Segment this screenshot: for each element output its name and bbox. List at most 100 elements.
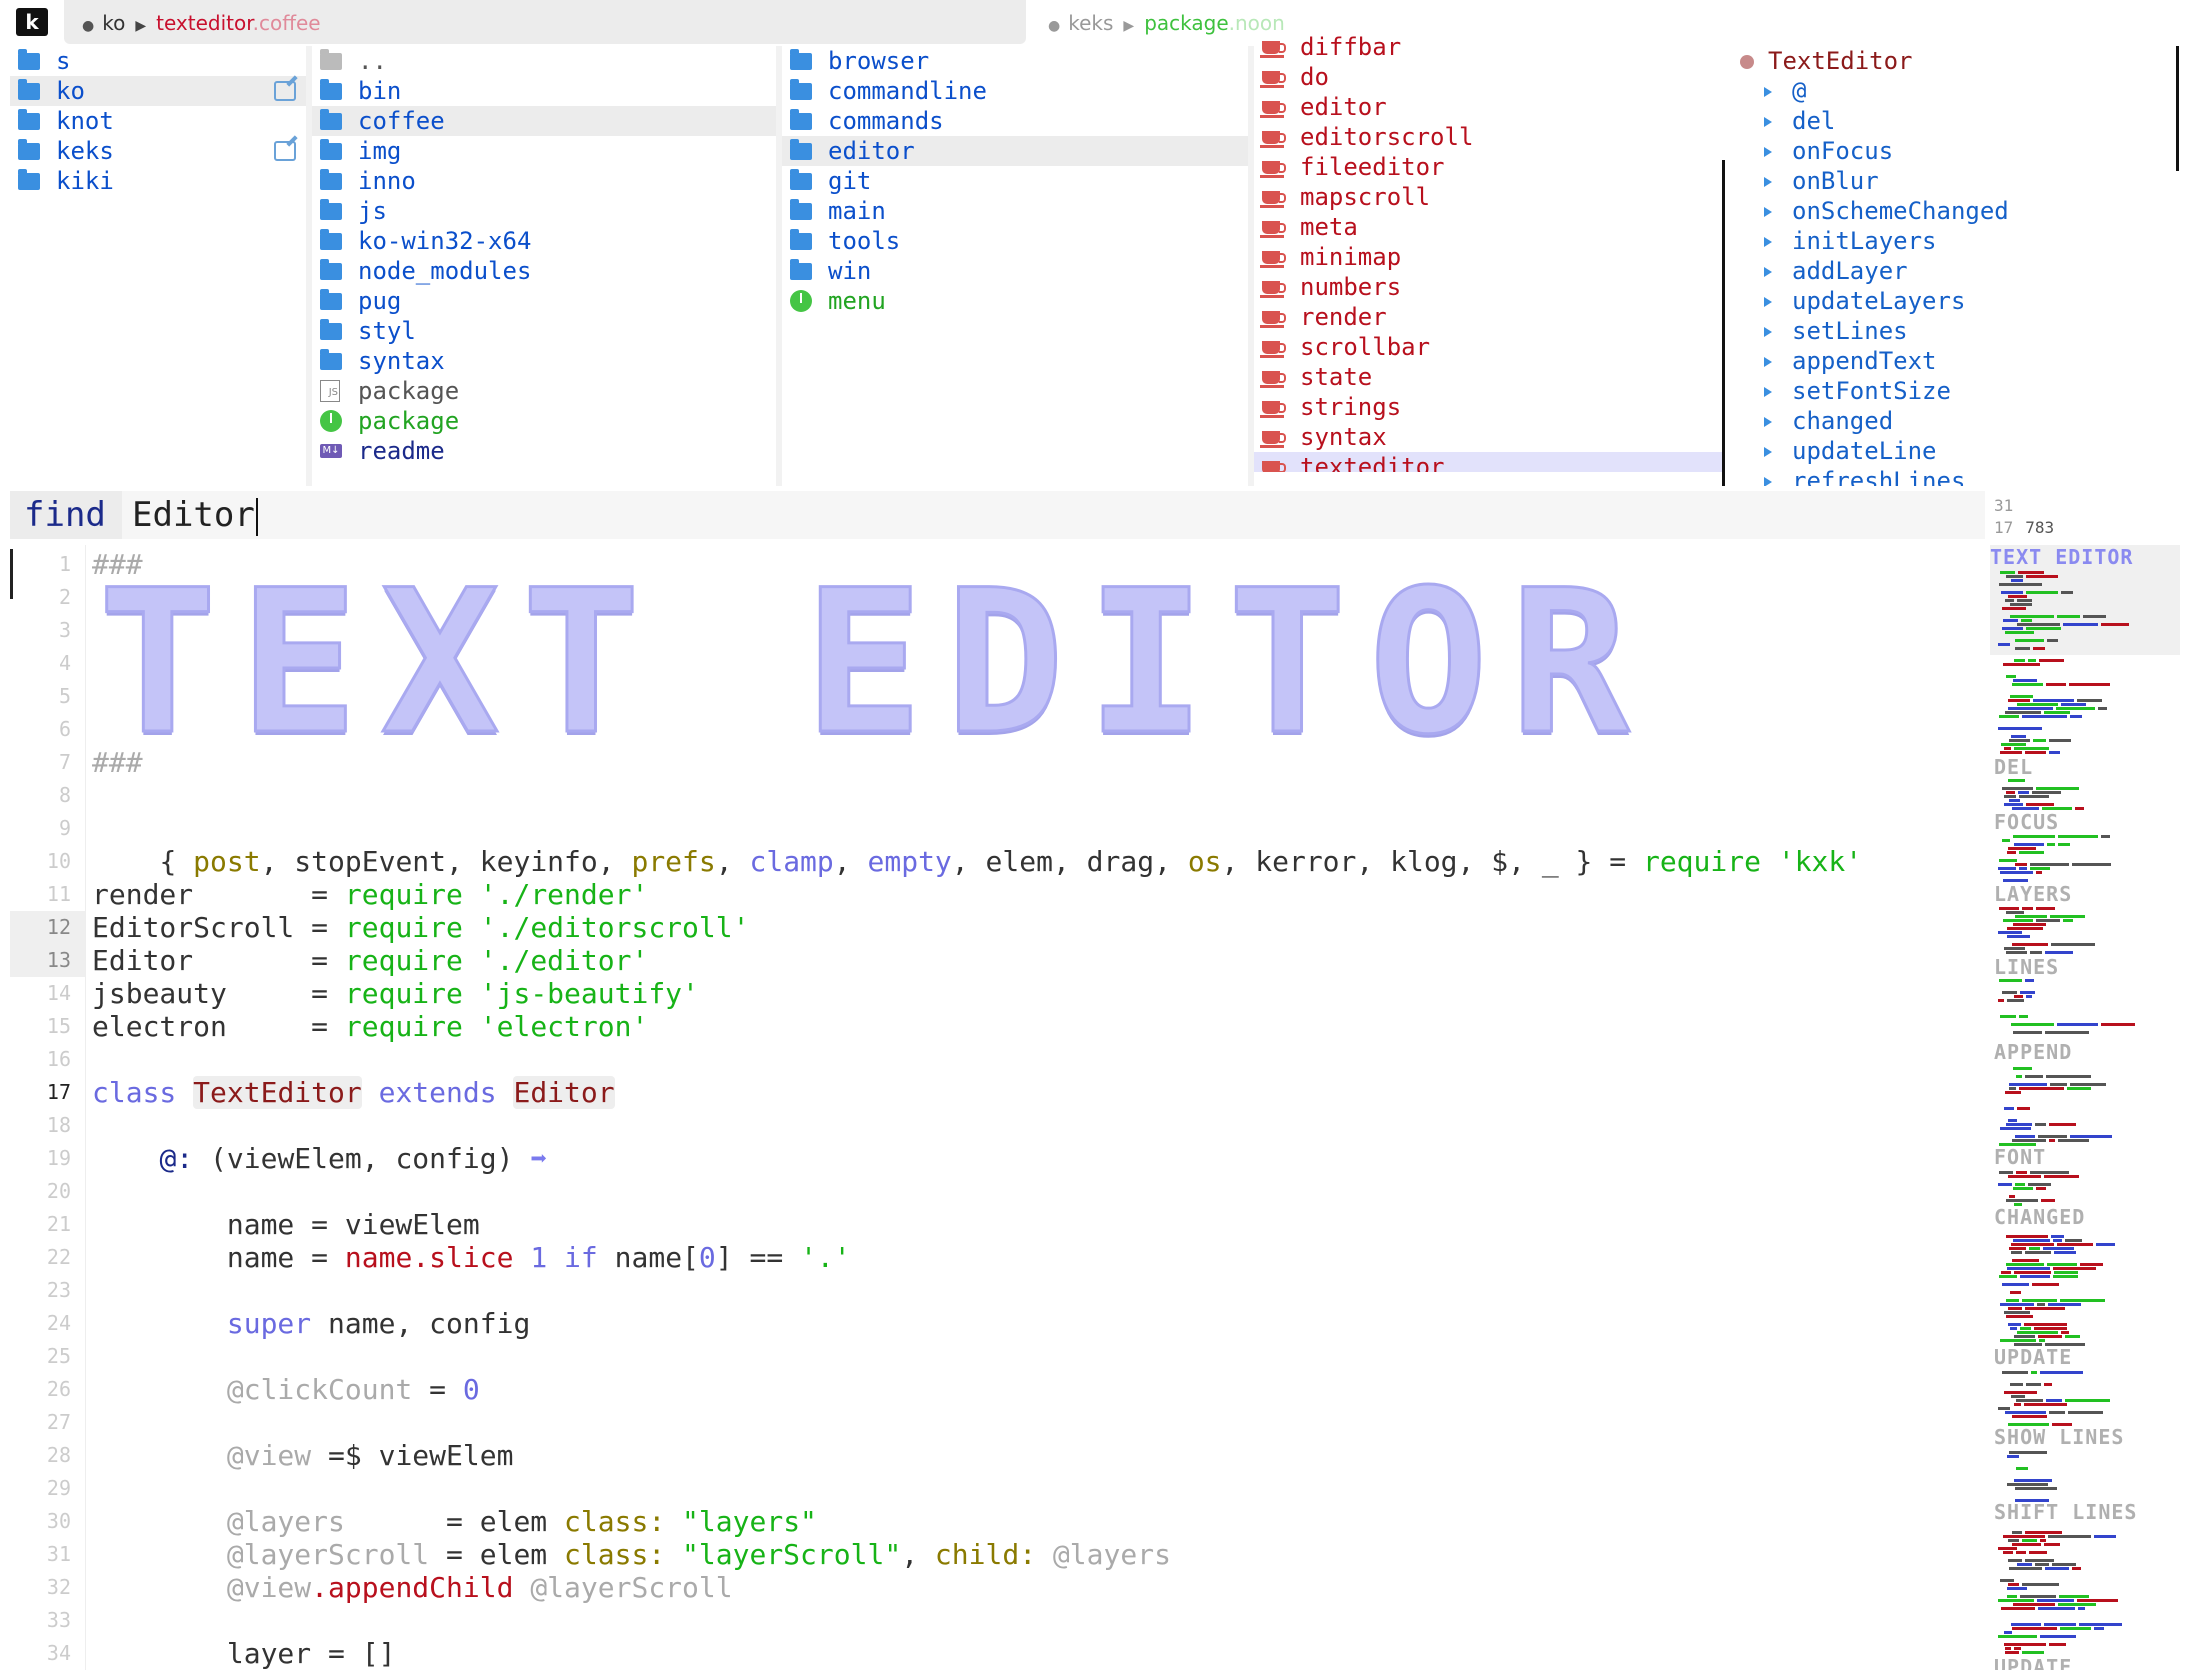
project-item[interactable]: s	[10, 46, 306, 76]
edit-icon[interactable]	[274, 141, 296, 161]
outline-method[interactable]: onBlur	[1722, 166, 2190, 196]
file-item[interactable]: do	[1254, 62, 1722, 92]
outline-method[interactable]: addLayer	[1722, 256, 2190, 286]
outline-method[interactable]: appendText	[1722, 346, 2190, 376]
folder-icon	[790, 169, 812, 190]
project-item[interactable]: keks	[10, 136, 306, 166]
project-item[interactable]: knot	[10, 106, 306, 136]
line-number: 7	[58, 750, 71, 774]
file-item[interactable]: bin	[312, 76, 776, 106]
outline-method[interactable]: del	[1722, 106, 2190, 136]
file-item[interactable]: js	[312, 196, 776, 226]
file-item[interactable]: minimap	[1254, 242, 1722, 272]
file-item[interactable]: coffee	[312, 106, 776, 136]
outline-method[interactable]: initLayers	[1722, 226, 2190, 256]
file-item[interactable]: meta	[1254, 212, 1722, 242]
file-item[interactable]: numbers	[1254, 272, 1722, 302]
app-logo[interactable]: k	[16, 8, 48, 36]
project-item[interactable]: kiki	[10, 166, 306, 196]
file-item[interactable]: main	[782, 196, 1248, 226]
minimap-line	[2031, 1371, 2037, 1374]
outline-scrollbar[interactable]	[2176, 46, 2179, 171]
edit-icon[interactable]	[274, 81, 296, 101]
minimap-line	[2019, 1087, 2064, 1090]
file-item[interactable]: tools	[782, 226, 1248, 256]
file-item[interactable]: M↓ readme	[312, 436, 776, 466]
browser-column-coffee[interactable]: browser commandline commands editor git main t…	[782, 46, 1254, 486]
file-item[interactable]: syntax	[312, 346, 776, 376]
file-item[interactable]: styl	[312, 316, 776, 346]
file-item[interactable]: JS package	[312, 376, 776, 406]
outline-method[interactable]: @	[1722, 76, 2190, 106]
outline-method[interactable]: updateLayers	[1722, 286, 2190, 316]
file-item[interactable]: render	[1254, 302, 1722, 332]
token: =	[412, 1373, 463, 1406]
outline-method[interactable]: setFontSize	[1722, 376, 2190, 406]
file-item[interactable]: node_modules	[312, 256, 776, 286]
file-item[interactable]: git	[782, 166, 1248, 196]
minimap-line	[2014, 747, 2049, 750]
code-line-1: ###	[92, 548, 143, 581]
file-item[interactable]: package	[312, 406, 776, 436]
file-item[interactable]: menu	[782, 286, 1248, 316]
browser-column-outline[interactable]: TextEditor @ del onFocus onBlur onSchemeChang…	[1722, 46, 2190, 486]
command-input[interactable]: Editor	[132, 491, 258, 539]
folder-icon	[320, 139, 342, 160]
token: electron =	[92, 1010, 345, 1043]
banner-text: TEXT EDITOR	[97, 547, 1652, 778]
command-label[interactable]: find	[10, 491, 122, 539]
file-item[interactable]: editor	[782, 136, 1248, 166]
text-editor[interactable]: 1 2 3 4 5 6 7 8 9 10 11 12 13 14 15 16 17 18 19 20 21 22 23 24 2…	[10, 545, 1985, 1670]
file-item[interactable]: inno	[312, 166, 776, 196]
project-item[interactable]: ko	[10, 76, 306, 106]
outline-method[interactable]: updateLine	[1722, 436, 2190, 466]
file-item[interactable]: syntax	[1254, 422, 1722, 452]
tab-texteditor[interactable]: ● ko ▶ texteditor.coffee	[64, 0, 1026, 44]
token: Editor =	[92, 944, 345, 977]
browser-column-project[interactable]: .. bin coffee img inno js ko-win32-x64 node_mod…	[312, 46, 782, 486]
minimap-line	[2078, 1607, 2085, 1610]
file-item[interactable]: mapscroll	[1254, 182, 1722, 212]
outline-method[interactable]: onSchemeChanged	[1722, 196, 2190, 226]
outline-method[interactable]: changed	[1722, 406, 2190, 436]
outline-method[interactable]: onFocus	[1722, 136, 2190, 166]
minimap[interactable]: TEXT EDITOR DEL FOCUS LAYERS LINES APPEND FONT…	[1990, 545, 2180, 1670]
token: child:	[934, 1538, 1037, 1571]
minimap-heading: FOCUS	[1994, 810, 2060, 834]
outline-method[interactable]: setLines	[1722, 316, 2190, 346]
file-item[interactable]: editor	[1254, 92, 1722, 122]
minimap-line	[2049, 739, 2071, 742]
minimap-line	[2026, 803, 2054, 806]
minimap-line	[2011, 735, 2026, 738]
file-item[interactable]: ko-win32-x64	[312, 226, 776, 256]
file-item[interactable]: texteditor	[1254, 452, 1722, 472]
minimap-heading: UPDATE	[1994, 1345, 2073, 1369]
file-item[interactable]: pug	[312, 286, 776, 316]
token: TextEditor	[193, 1076, 362, 1109]
file-item[interactable]: win	[782, 256, 1248, 286]
browser-column-projects[interactable]: s ko knot keks kiki	[10, 46, 312, 486]
file-item[interactable]: strings	[1254, 392, 1722, 422]
browser-scrollbar[interactable]	[1722, 160, 1725, 486]
file-item[interactable]: diffbar	[1254, 32, 1722, 62]
file-item[interactable]: ..	[312, 46, 776, 76]
file-item[interactable]: editorscroll	[1254, 122, 1722, 152]
outline-method[interactable]: refreshLines	[1722, 466, 2190, 486]
minimap-line	[2002, 991, 2017, 994]
minimap-line	[2006, 1123, 2032, 1126]
code-line-15: electron = require 'electron'	[92, 1010, 648, 1043]
file-item[interactable]: commands	[782, 106, 1248, 136]
folder-icon	[18, 79, 40, 100]
file-item[interactable]: scrollbar	[1254, 332, 1722, 362]
outline-class[interactable]: TextEditor	[1722, 46, 2190, 76]
browser-item-label: meta	[1300, 213, 1358, 241]
token: 0	[462, 1373, 480, 1406]
file-item[interactable]: fileeditor	[1254, 152, 1722, 182]
browser-column-editor[interactable]: diffbar do editor editorscroll fileeditor map…	[1254, 32, 1722, 472]
file-item[interactable]: img	[312, 136, 776, 166]
file-item[interactable]: state	[1254, 362, 1722, 392]
minimap-line	[1998, 999, 2004, 1002]
file-item[interactable]: commandline	[782, 76, 1248, 106]
file-item[interactable]: browser	[782, 46, 1248, 76]
